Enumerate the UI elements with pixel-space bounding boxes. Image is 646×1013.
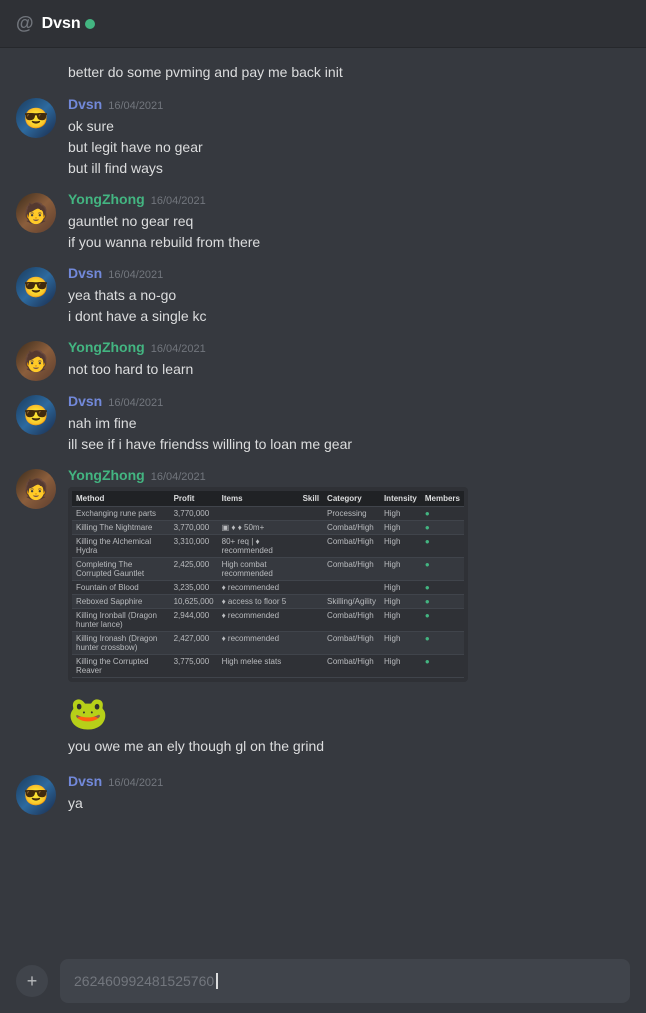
avatar — [16, 267, 56, 307]
message-text: but ill find ways — [68, 158, 630, 179]
data-table: Method Profit Items Skill Category Inten… — [72, 491, 464, 678]
message-text: you owe me an ely though gl on the grind — [68, 736, 630, 757]
table-row: Killing The Nightmare 3,770,000 ▣ ♦ ♦ 50… — [72, 521, 464, 535]
message-header: Dvsn 16/04/2021 — [68, 265, 630, 281]
table-row: Killing the Alchemical Hydra 3,310,000 8… — [72, 535, 464, 558]
message-text: ill see if i have friendss willing to lo… — [68, 434, 630, 455]
table-row: Exchanging rune parts 3,770,000 Processi… — [72, 507, 464, 521]
username: Dvsn — [68, 773, 102, 789]
message-content: Dvsn 16/04/2021 yea thats a no-go i dont… — [68, 265, 630, 327]
message-group: YongZhong 16/04/2021 gauntlet no gear re… — [0, 187, 646, 257]
table-embed: Method Profit Items Skill Category Inten… — [68, 487, 468, 682]
timestamp: 16/04/2021 — [108, 777, 163, 789]
message-header: YongZhong 16/04/2021 — [68, 339, 630, 355]
input-area: + 262460992481525760 — [0, 949, 646, 1013]
at-icon: @ — [16, 13, 34, 34]
avatar — [16, 775, 56, 815]
message-header: Dvsn 16/04/2021 — [68, 96, 630, 112]
add-attachment-button[interactable]: + — [16, 965, 48, 997]
col-category: Category — [323, 491, 380, 507]
col-profit: Profit — [170, 491, 218, 507]
messages-area: better do some pvming and pay me back in… — [0, 48, 646, 949]
timestamp: 16/04/2021 — [151, 195, 206, 207]
message-group: YongZhong 16/04/2021 not too hard to lea… — [0, 335, 646, 385]
table-row: Reboxed Sapphire 10,625,000 ♦ access to … — [72, 595, 464, 609]
message-header: Dvsn 16/04/2021 — [68, 393, 630, 409]
pepe-emoji: 🐸 — [68, 694, 630, 732]
table-row: Killing the Corrupted Reaver 3,775,000 H… — [72, 655, 464, 678]
message-group: Dvsn 16/04/2021 ok sure but legit have n… — [0, 92, 646, 183]
timestamp: 16/04/2021 — [108, 397, 163, 409]
table-row: Killing Ironash (Dragon hunter crossbow)… — [72, 632, 464, 655]
timestamp: 16/04/2021 — [108, 100, 163, 112]
username: YongZhong — [68, 467, 145, 483]
channel-name: Dvsn — [42, 15, 81, 33]
message-group: Dvsn 16/04/2021 ya — [0, 769, 646, 819]
timestamp: 16/04/2021 — [108, 269, 163, 281]
message-content: Dvsn 16/04/2021 nah im fine ill see if i… — [68, 393, 630, 455]
message-text: i dont have a single kc — [68, 306, 630, 327]
message-text: yea thats a no-go — [68, 285, 630, 306]
message-content: Dvsn 16/04/2021 ok sure but legit have n… — [68, 96, 630, 179]
col-items: Items — [218, 491, 299, 507]
username: Dvsn — [68, 265, 102, 281]
table-row: Fountain of Blood 3,235,000 ♦ recommende… — [72, 581, 464, 595]
username: Dvsn — [68, 96, 102, 112]
col-method: Method — [72, 491, 170, 507]
message-content: YongZhong 16/04/2021 Method Profit Items… — [68, 467, 630, 682]
message-text: gauntlet no gear req — [68, 211, 630, 232]
table-row: Completing The Corrupted Gauntlet 2,425,… — [72, 558, 464, 581]
message-text: nah im fine — [68, 413, 630, 434]
message-group: YongZhong 16/04/2021 Method Profit Items… — [0, 463, 646, 686]
message-group: Dvsn 16/04/2021 yea thats a no-go i dont… — [0, 261, 646, 331]
truncated-message: better do some pvming and pay me back in… — [0, 56, 646, 84]
message-group: Dvsn 16/04/2021 nah im fine ill see if i… — [0, 389, 646, 459]
col-intensity: Intensity — [380, 491, 421, 507]
col-skill: Skill — [299, 491, 323, 507]
message-text: ok sure — [68, 116, 630, 137]
message-text: ya — [68, 793, 630, 814]
message-content: YongZhong 16/04/2021 gauntlet no gear re… — [68, 191, 630, 253]
message-header: YongZhong 16/04/2021 — [68, 191, 630, 207]
pepe-wrapper: 🐸 you owe me an ely though gl on the gri… — [0, 690, 646, 761]
timestamp: 16/04/2021 — [151, 343, 206, 355]
status-dot — [85, 19, 95, 29]
table-row: Killing Ironball (Dragon hunter lance) 2… — [72, 609, 464, 632]
cursor — [216, 973, 218, 989]
avatar — [16, 469, 56, 509]
message-text: but legit have no gear — [68, 137, 630, 158]
avatar — [16, 395, 56, 435]
input-text: 262460992481525760 — [74, 973, 214, 989]
avatar — [16, 341, 56, 381]
timestamp: 16/04/2021 — [151, 471, 206, 483]
message-header: YongZhong 16/04/2021 — [68, 467, 630, 483]
col-members: Members — [421, 491, 464, 507]
message-input[interactable]: 262460992481525760 — [60, 959, 630, 1003]
message-content: YongZhong 16/04/2021 not too hard to lea… — [68, 339, 630, 381]
message-text: if you wanna rebuild from there — [68, 232, 630, 253]
username: YongZhong — [68, 191, 145, 207]
message-content: Dvsn 16/04/2021 ya — [68, 773, 630, 815]
title-bar: @ Dvsn — [0, 0, 646, 48]
message-text: not too hard to learn — [68, 359, 630, 380]
username: Dvsn — [68, 393, 102, 409]
avatar — [16, 193, 56, 233]
message-header: Dvsn 16/04/2021 — [68, 773, 630, 789]
username: YongZhong — [68, 339, 145, 355]
avatar — [16, 98, 56, 138]
